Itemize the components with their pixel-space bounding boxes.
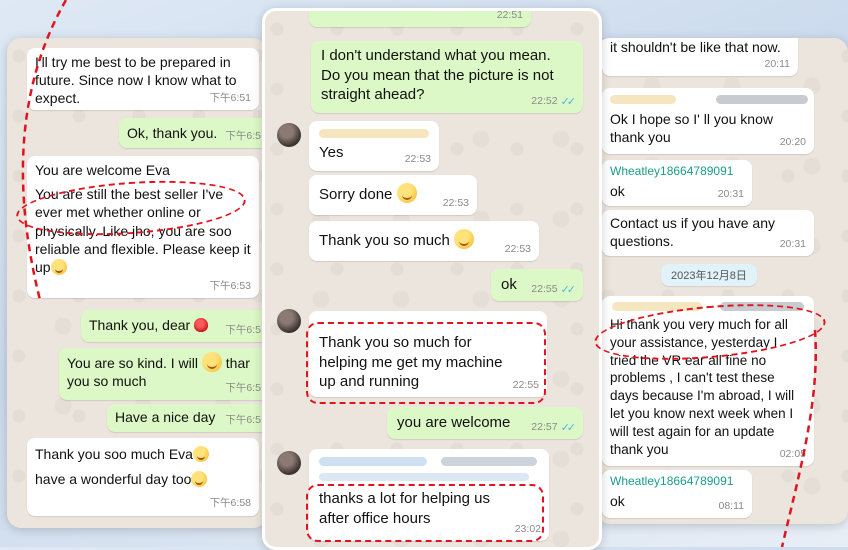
message-time: 02:05 <box>779 448 806 461</box>
redacted-quote-bar <box>319 473 529 481</box>
smiling-face-icon <box>454 229 475 249</box>
message-incoming[interactable]: Wheatley18664789091 ok 20:31 <box>602 160 752 206</box>
message-time: 下午6:51 <box>209 92 251 105</box>
message-time: 下午6:5 <box>225 414 261 427</box>
message-time: 22:53 <box>504 243 531 256</box>
redacted-name-bar <box>612 302 702 311</box>
sender-name[interactable]: Wheatley18664789091 <box>610 164 744 180</box>
message-incoming[interactable]: Thank you so much for helping me get my … <box>309 311 547 397</box>
message-text: Contact us if you have any questions. <box>610 215 775 250</box>
message-time: 20:20 <box>779 136 806 149</box>
message-text: ok <box>610 492 625 509</box>
message-incoming[interactable]: it shouldn't be like that now. 20:11 <box>602 38 798 76</box>
date-divider: 2023年12月8日 <box>661 264 757 286</box>
read-ticks-icon: ✓✓ <box>560 421 577 434</box>
redacted-name-bar <box>319 457 427 466</box>
message-time: 22:57 ✓✓ <box>531 421 577 434</box>
message-outgoing[interactable]: Ok, thank you. 下午6:5 <box>119 118 267 148</box>
message-time: 20:31 <box>717 188 744 201</box>
contact-avatar[interactable] <box>277 451 301 475</box>
message-text: Yes <box>319 144 344 161</box>
redacted-name-bar <box>716 95 808 104</box>
message-incoming[interactable]: Ok I hope so I' ll you know thank you 20… <box>602 88 814 154</box>
smiling-face-icon <box>201 352 222 372</box>
redacted-name-bar <box>441 457 537 466</box>
message-time: 22:55 <box>512 379 539 392</box>
message-text: You are so kind. I will <box>67 355 198 371</box>
message-text: Sorry done <box>319 186 393 203</box>
pleading-face-icon <box>192 446 209 462</box>
message-outgoing[interactable]: ok 22:55 ✓✓ <box>491 269 583 301</box>
message-incoming[interactable]: Wheatley18664789091 ok 08:11 <box>602 470 752 518</box>
redacted-name-bar <box>610 95 676 104</box>
sender-name[interactable]: Wheatley18664789091 <box>610 474 744 490</box>
message-text: Thank you, dear <box>89 317 191 333</box>
message-time: 20:11 <box>764 58 791 71</box>
read-ticks-icon: ✓✓ <box>560 95 577 108</box>
message-incoming[interactable]: Contact us if you have any questions. 20… <box>602 210 814 256</box>
message-incoming[interactable]: Yes 22:53 <box>309 121 439 171</box>
message-outgoing[interactable]: I don't understand what you mean. Do you… <box>311 41 583 113</box>
rose-icon <box>194 318 209 332</box>
message-time: 08:11 <box>718 500 745 513</box>
chat-screenshot-middle: 22:51 I don't understand what you mean. … <box>262 8 602 550</box>
message-time: 23:02 <box>514 523 541 536</box>
pleading-face-icon <box>50 258 67 275</box>
message-incoming[interactable]: I'll try me best to be prepared in futur… <box>27 48 259 110</box>
message-time: 22:51 <box>496 9 523 22</box>
pleading-face-icon <box>191 470 208 487</box>
chat-screenshot-right: it shouldn't be like that now. 20:11 Ok … <box>596 38 848 524</box>
message-text: ok <box>501 276 517 293</box>
redacted-name-bar <box>319 129 429 138</box>
message-text: have a wonderful day too <box>35 467 251 492</box>
message-incoming[interactable]: thanks a lot for helping us after office… <box>309 449 549 541</box>
message-outgoing[interactable]: You are so kind. I will thar you so much… <box>59 348 267 400</box>
message-time: 22:53 <box>442 197 469 210</box>
message-time: 22:55 ✓✓ <box>531 283 577 296</box>
message-incoming[interactable]: You are welcome Eva You are still the be… <box>27 156 259 298</box>
message-text: Thank you so much for helping me get my … <box>319 334 503 390</box>
message-text: thar <box>225 355 250 371</box>
message-text: it shouldn't be like that now. <box>610 39 781 55</box>
smiling-face-icon <box>396 183 417 203</box>
message-incoming[interactable]: Hi thank you very much for all your assi… <box>602 296 814 466</box>
message-text: Ok I hope so I' ll you know thank you <box>610 111 773 146</box>
message-incoming[interactable]: Thank you soo much Eva have a wonderful … <box>27 438 259 516</box>
message-time: 下午6:5 <box>225 382 261 395</box>
message-text: You are welcome Eva <box>35 162 170 178</box>
message-text: thanks a lot for helping us after office… <box>319 490 490 527</box>
message-time: 22:52 ✓✓ <box>531 95 577 108</box>
message-text: Hi thank you very much for all your assi… <box>610 317 795 457</box>
message-time: 22:53 <box>404 153 431 166</box>
message-outgoing[interactable]: Thank you, dear 下午6:5 <box>81 310 267 342</box>
message-text: Have a nice day <box>115 409 216 425</box>
message-time: 下午6:5 <box>225 130 261 143</box>
message-time: 下午6:58 <box>209 496 251 509</box>
contact-avatar[interactable] <box>277 309 301 333</box>
message-text: ok <box>610 182 625 199</box>
redacted-name-bar <box>720 302 804 311</box>
message-time: 下午6:53 <box>209 280 251 293</box>
chat-screenshot-left: I'll try me best to be prepared in futur… <box>7 38 267 528</box>
read-ticks-icon: ✓✓ <box>560 283 577 296</box>
message-time: 20:31 <box>779 238 806 251</box>
message-outgoing[interactable]: 22:51 <box>309 9 531 27</box>
message-outgoing[interactable]: you are welcome 22:57 ✓✓ <box>387 407 583 439</box>
message-text: You are still the best seller I've ever … <box>35 186 251 275</box>
message-time: 下午6:5 <box>225 324 261 337</box>
message-incoming[interactable]: Thank you so much 22:53 <box>309 221 539 261</box>
contact-avatar[interactable] <box>277 123 301 147</box>
message-text: Thank you soo much Eva <box>35 442 251 467</box>
message-text: Thank you so much <box>319 232 450 249</box>
message-incoming[interactable]: Sorry done 22:53 <box>309 175 477 215</box>
message-text: you are welcome <box>397 414 511 431</box>
message-outgoing[interactable]: Have a nice day 下午6:5 <box>107 404 267 432</box>
